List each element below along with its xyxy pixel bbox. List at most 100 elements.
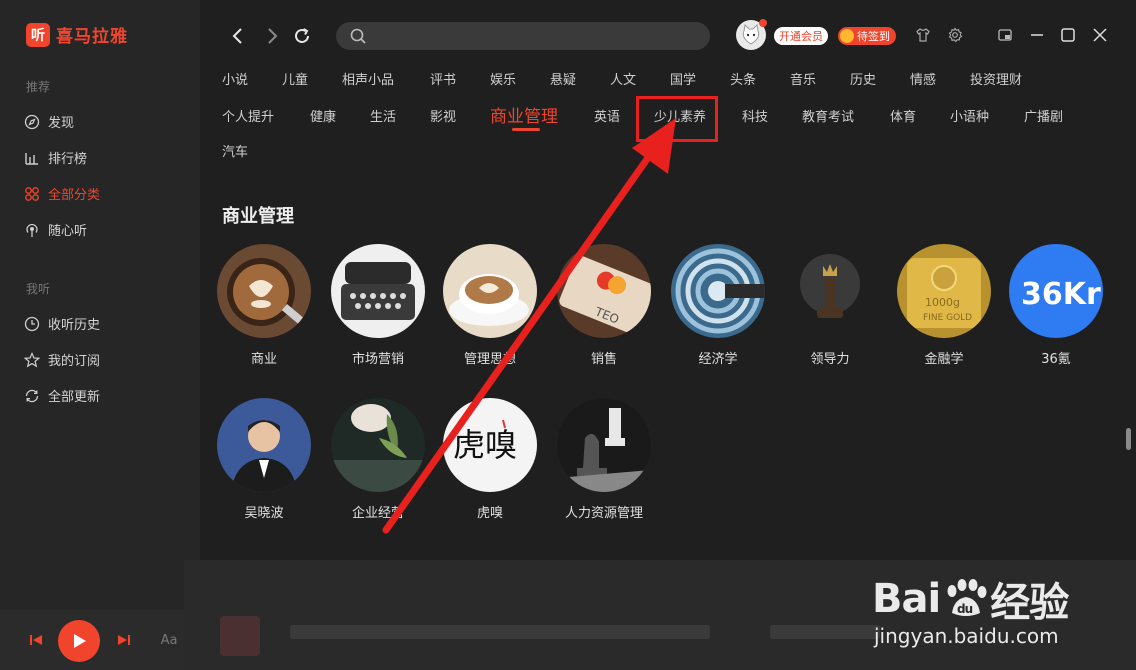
skin-button[interactable] [914, 26, 932, 44]
shirt-icon [916, 28, 930, 42]
sidebar-item-history[interactable]: 收听历史 [24, 314, 100, 333]
sign-in-button[interactable]: 待签到 [838, 27, 896, 45]
prev-track-button[interactable] [28, 632, 44, 648]
subcategory-tile[interactable]: 人力资源管理 [556, 398, 652, 521]
close-button[interactable] [1091, 26, 1109, 44]
chevron-right-icon [268, 28, 278, 44]
svg-text:虎嗅: 虎嗅 [453, 426, 517, 464]
subcategory-tile[interactable]: 商业 [216, 244, 312, 367]
subcategory-tile[interactable]: 经济学 [670, 244, 766, 367]
paw-text: du [957, 602, 973, 616]
sidebar-item-label: 全部分类 [48, 188, 101, 203]
category-tab[interactable]: 国学 [670, 69, 696, 88]
typewriter-image [331, 244, 425, 338]
logo-text: 喜马拉雅 [56, 27, 128, 47]
gear-icon [948, 27, 963, 43]
watermark-brand: Bai [872, 576, 941, 622]
category-tab[interactable]: 生活 [370, 106, 396, 125]
chess-pieces-image [557, 398, 651, 492]
category-tab[interactable]: 体育 [890, 106, 916, 125]
next-track-button[interactable] [116, 632, 132, 648]
minimize-button[interactable] [1028, 26, 1046, 44]
subcategory-label: 人力资源管理 [564, 506, 643, 521]
subcategory-tile[interactable]: TEO 销售 [556, 244, 652, 367]
play-button[interactable] [58, 620, 100, 662]
section-title: 商业管理 [222, 206, 294, 227]
category-tab[interactable]: 汽车 [222, 141, 248, 160]
subcategory-tile[interactable]: 1000g FINE GOLD 金融学 [896, 244, 992, 367]
subcategory-label: 企业经营 [351, 506, 404, 521]
mini-mode-button[interactable] [996, 26, 1014, 44]
refresh-button[interactable] [290, 24, 314, 48]
category-tab[interactable]: 娱乐 [490, 69, 516, 88]
category-tab[interactable]: 相声小品 [342, 69, 394, 88]
category-tab[interactable]: 儿童 [282, 69, 308, 88]
category-tab[interactable]: 健康 [310, 106, 336, 125]
watermark-url: jingyan.baidu.com [874, 624, 1059, 648]
subcategory-label: 销售 [590, 352, 617, 367]
category-tab[interactable]: 历史 [850, 69, 876, 88]
settings-button[interactable] [946, 26, 964, 44]
sidebar-item-label: 收听历史 [48, 318, 101, 333]
subcategory-tile[interactable]: 36Kr 36氪 [1008, 244, 1104, 367]
subcategory-tile[interactable]: 吴晓波 [216, 398, 312, 521]
category-tab[interactable]: 个人提升 [222, 106, 274, 125]
category-tab[interactable]: 广播剧 [1024, 106, 1063, 125]
category-tab[interactable]: 小语种 [950, 106, 989, 125]
back-button[interactable] [226, 24, 250, 48]
baidu-watermark: Bai du 经验 jingyan.baidu.com [872, 570, 1069, 648]
active-tab-underline [512, 128, 540, 131]
subcategory-tile[interactable]: 管理思想 [442, 244, 538, 367]
sidebar-item-subscriptions[interactable]: 我的订阅 [24, 350, 100, 369]
coffee-cup-image [443, 244, 537, 338]
vip-button[interactable]: 开通会员 [774, 27, 828, 45]
sidebar: 听 喜马拉雅 推荐 发现 排行榜 全部分类 随心听 我听 收听历史 我的订阅 全… [0, 0, 200, 670]
sign-in-label: 待签到 [857, 30, 890, 43]
category-tab[interactable]: 情感 [910, 69, 936, 88]
top-bar: 开通会员 待签到 [200, 0, 1136, 64]
chart-bar-icon [25, 152, 38, 165]
category-tab[interactable]: 教育考试 [802, 106, 854, 125]
subcategory-tile[interactable]: 市场营销 [330, 244, 426, 367]
subcategory-tile[interactable]: 虎嗅 虎嗅 [442, 398, 538, 521]
sidebar-item-all-categories[interactable]: 全部分类 [24, 184, 100, 203]
category-tab[interactable]: 英语 [594, 106, 620, 125]
font-size-button[interactable]: Aa [158, 630, 180, 650]
category-tab[interactable]: 头条 [730, 69, 756, 88]
category-tab[interactable]: 悬疑 [550, 69, 576, 88]
player-bar: Aa [0, 610, 184, 670]
notification-dot [759, 19, 767, 27]
category-tab[interactable]: 音乐 [790, 69, 816, 88]
subcategory-label: 虎嗅 [476, 506, 503, 521]
category-tab[interactable]: 评书 [430, 69, 456, 88]
credit-card-image: TEO [557, 244, 651, 338]
category-tab[interactable]: 小说 [222, 69, 248, 88]
subcategory-tile[interactable]: 企业经营 [330, 398, 426, 521]
search-input[interactable] [374, 28, 674, 44]
category-tab[interactable]: 科技 [742, 106, 768, 125]
category-tab[interactable]: 人文 [610, 69, 636, 88]
subcategory-tile[interactable]: 领导力 [782, 244, 878, 367]
sidebar-item-updates[interactable]: 全部更新 [24, 386, 100, 405]
search-box[interactable] [336, 22, 710, 50]
sidebar-item-discover[interactable]: 发现 [24, 112, 74, 131]
user-avatar[interactable] [736, 19, 767, 50]
compass-icon [24, 114, 40, 129]
maximize-button[interactable] [1059, 26, 1077, 44]
gold-bar-image: 1000g FINE GOLD [897, 244, 991, 338]
chevron-left-icon [232, 28, 242, 44]
subcategory-label: 领导力 [810, 352, 850, 367]
forward-button[interactable] [260, 24, 284, 48]
sidebar-item-free-listen[interactable]: 随心听 [24, 220, 87, 239]
category-tab[interactable]: 投资理财 [970, 69, 1022, 88]
reload-icon [295, 28, 309, 43]
sidebar-section-recommend: 推荐 [26, 80, 51, 94]
category-tab[interactable]: 影视 [430, 106, 456, 125]
app-logo[interactable]: 听 喜马拉雅 [26, 22, 128, 47]
huxiu-logo-image: 虎嗅 [443, 398, 537, 492]
close-icon [1093, 28, 1107, 42]
sidebar-item-rankings[interactable]: 排行榜 [24, 148, 87, 167]
category-tab[interactable]: 商业管理 [490, 102, 558, 127]
watermark-brand-tail: 经验 [990, 580, 1069, 626]
scrollbar-thumb[interactable] [1126, 428, 1131, 450]
